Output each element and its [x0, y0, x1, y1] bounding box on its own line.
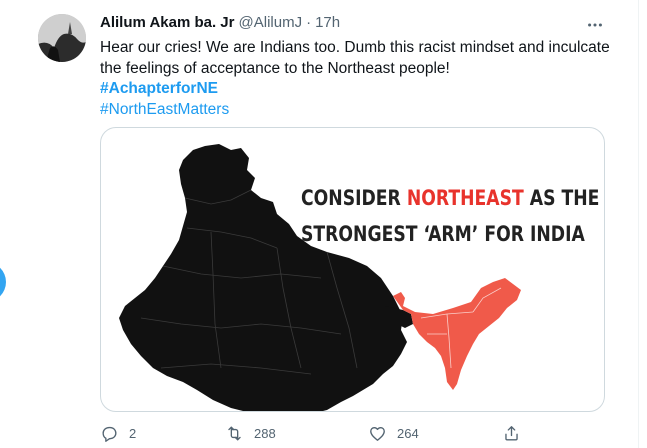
headline-line-1: CONSIDER NORTHEAST AS THE: [301, 180, 599, 216]
timestamp[interactable]: 17h: [315, 14, 340, 31]
display-name[interactable]: Alilum Akam ba. Jr: [100, 14, 235, 31]
tweet-actions: 2 288 264: [100, 424, 530, 446]
headline-text: AS THE: [523, 186, 600, 210]
more-icon[interactable]: [584, 14, 606, 36]
share-button[interactable]: [502, 424, 521, 443]
reply-button[interactable]: 2: [100, 424, 136, 443]
media-card[interactable]: CONSIDER NORTHEAST AS THE STRONGEST ‘ARM…: [100, 127, 605, 412]
hashtag-link[interactable]: #NorthEastMatters: [100, 100, 620, 121]
hashtag-link[interactable]: #AchapterforNE: [100, 79, 620, 100]
reply-count: 2: [129, 426, 137, 441]
tweet-text-line: the feelings of acceptance to the Northe…: [100, 59, 450, 77]
retweet-button[interactable]: 288: [225, 424, 276, 443]
user-handle[interactable]: @AlilumJ: [239, 14, 303, 31]
separator-dot: ·: [306, 14, 312, 31]
headline-accent: NORTHEAST: [406, 186, 524, 210]
share-icon: [505, 426, 518, 441]
retweet-count: 288: [254, 426, 276, 441]
tweet-text: Hear our cries! We are Indians too. Dumb…: [100, 38, 620, 120]
northeast-map-shape: [393, 278, 521, 390]
like-button[interactable]: 264: [368, 424, 419, 443]
retweet-icon: [228, 426, 241, 441]
india-map-image: [119, 144, 521, 411]
tweet-text-line: Hear our cries! We are Indians too. Dumb…: [100, 39, 610, 56]
headline-text: CONSIDER: [301, 186, 407, 210]
tweet[interactable]: Alilum Akam ba. Jr @AlilumJ · 17h Hear o…: [0, 0, 647, 448]
avatar[interactable]: [38, 14, 86, 62]
reply-icon: [102, 426, 117, 442]
tweet-header: Alilum Akam ba. Jr @AlilumJ · 17h: [100, 14, 340, 31]
heart-icon: [370, 426, 385, 441]
headline-line-2: STRONGEST ‘ARM’ FOR INDIA: [301, 222, 585, 246]
card-headline: CONSIDER NORTHEAST AS THE STRONGEST ‘ARM…: [301, 180, 599, 252]
like-count: 264: [397, 426, 419, 441]
